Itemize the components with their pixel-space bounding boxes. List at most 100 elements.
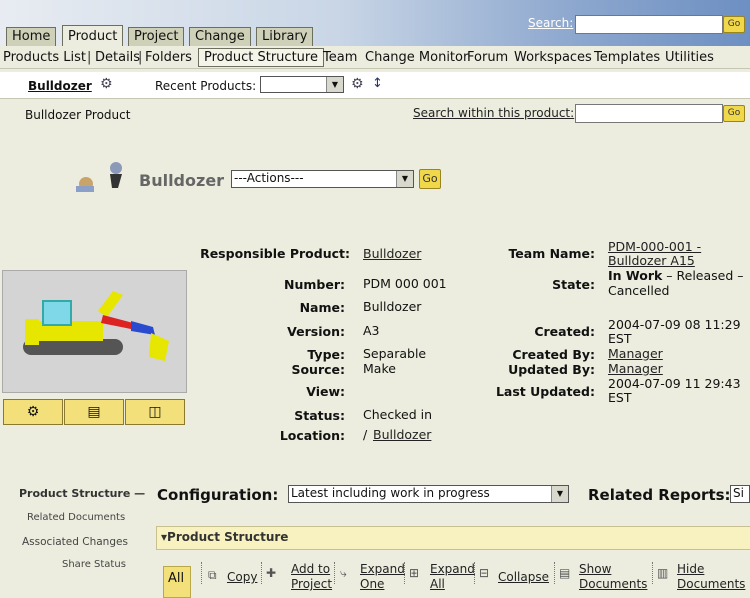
recent-history-icon[interactable]: ↕ xyxy=(372,77,383,90)
tab-project[interactable]: Project xyxy=(128,27,185,46)
hide-documents-button-line2[interactable]: Documents xyxy=(677,577,745,591)
subnav-products-list[interactable]: Products List xyxy=(3,50,86,65)
responsible-product-link[interactable]: Bulldozer xyxy=(363,247,421,261)
expand-all-button-line2[interactable]: All xyxy=(430,577,445,591)
actions-select-value: ---Actions--- xyxy=(234,171,304,185)
created-label: Created: xyxy=(534,324,595,339)
expand-one-button-line1[interactable]: Expand xyxy=(360,562,405,576)
subnav-team[interactable]: Team xyxy=(323,50,357,65)
show-documents-button-line2[interactable]: Documents xyxy=(579,577,647,591)
context-bar: Bulldozer ⚙ Recent Products: ▼ ⚙ ↕ xyxy=(0,72,750,99)
subnav-product-structure[interactable]: Product Structure xyxy=(198,48,324,67)
chevron-down-icon: ▼ xyxy=(396,171,413,187)
select-all-box[interactable]: All xyxy=(163,566,191,598)
expand-all-button-line1[interactable]: Expand xyxy=(430,562,475,576)
toolbar-separator xyxy=(261,562,262,584)
version-label: Version: xyxy=(287,324,345,339)
location-link[interactable]: Bulldozer xyxy=(373,428,431,442)
tab-change[interactable]: Change xyxy=(189,27,251,46)
bulldozer-image xyxy=(23,291,169,361)
copy-icon: ⧉ xyxy=(208,568,217,582)
add-to-project-button-line2[interactable]: Project xyxy=(291,577,332,591)
created-by-link[interactable]: Manager xyxy=(608,347,663,361)
tab-library-label: Library xyxy=(262,29,308,44)
global-search-label[interactable]: Search: xyxy=(528,16,573,30)
updated-by-link[interactable]: Manager xyxy=(608,362,663,376)
recent-products-select[interactable]: ▼ xyxy=(260,76,344,93)
add-to-project-button-line1[interactable]: Add to xyxy=(291,562,330,576)
tab-library[interactable]: Library xyxy=(256,27,314,46)
tab-product[interactable]: Product xyxy=(62,25,124,47)
search-within-label[interactable]: Search within this product: xyxy=(413,106,574,120)
subnav-templates[interactable]: Templates xyxy=(594,50,660,65)
team-name-link-line2[interactable]: Bulldozer A15 xyxy=(608,254,695,268)
toolbar-separator xyxy=(554,562,555,584)
subnav-folders[interactable]: Folders xyxy=(145,50,192,65)
hide-documents-button-line1[interactable]: Hide xyxy=(677,562,704,576)
leftnav-associated-changes[interactable]: Associated Changes xyxy=(22,536,128,548)
page-title: Bulldozer xyxy=(139,171,225,190)
created-value-line1: 2004-07-09 08 11:29 xyxy=(608,317,741,332)
leftnav-share-status[interactable]: Share Status xyxy=(62,559,126,570)
status-value: Checked in xyxy=(363,407,433,422)
last-updated-value-line1: 2004-07-09 11 29:43 xyxy=(608,376,741,391)
name-label: Name: xyxy=(299,300,345,315)
type-label: Type: xyxy=(307,347,345,362)
product-icon xyxy=(76,162,122,192)
leftnav-related-documents[interactable]: Related Documents xyxy=(27,512,125,523)
subnav-forum[interactable]: Forum xyxy=(467,50,508,65)
type-value: Separable xyxy=(363,346,427,361)
product-info-icon[interactable]: ⚙ xyxy=(100,77,113,91)
related-reports-select[interactable]: Si xyxy=(730,485,750,503)
team-name-label: Team Name: xyxy=(508,246,595,261)
chevron-down-icon: ▼ xyxy=(551,486,568,502)
global-search-go-button[interactable]: Go xyxy=(723,16,745,33)
team-name-link-line1[interactable]: PDM-000-001 - xyxy=(608,240,701,254)
show-documents-button-line1[interactable]: Show xyxy=(579,562,611,576)
product-settings-icon[interactable]: ⚙ xyxy=(351,77,364,91)
collapse-icon: ⊟ xyxy=(479,566,490,580)
search-within-input[interactable] xyxy=(575,104,723,123)
sub-navigation: Products List | Details | Folders Produc… xyxy=(0,46,750,69)
expand-one-button-line2[interactable]: One xyxy=(360,577,384,591)
chevron-down-icon: ▼ xyxy=(326,77,343,92)
configuration-label: Configuration: xyxy=(157,486,279,504)
subnav-separator: | xyxy=(87,50,92,65)
subnav-details[interactable]: Details xyxy=(95,50,140,65)
state-rest: – Released – xyxy=(662,268,744,283)
context-product-link[interactable]: Bulldozer xyxy=(28,79,92,93)
page-subtitle: Bulldozer Product xyxy=(25,108,131,122)
state-value-line2: Cancelled xyxy=(608,283,670,298)
subnav-utilities[interactable]: Utilities xyxy=(665,50,714,65)
view-structure-button[interactable]: ⚙ xyxy=(3,399,63,425)
tab-home[interactable]: Home xyxy=(6,27,57,46)
collapse-button[interactable]: Collapse xyxy=(498,570,549,584)
leftnav-product-structure[interactable]: Product Structure — xyxy=(19,487,145,500)
leftnav-product-structure-label: Product Structure xyxy=(19,487,131,500)
tab-project-label: Project xyxy=(134,29,179,44)
actions-select[interactable]: ---Actions--- ▼ xyxy=(231,170,414,188)
search-within-go-button[interactable]: Go xyxy=(723,105,745,122)
subnav-separator: | xyxy=(138,50,143,65)
toolbar-separator xyxy=(474,562,475,584)
name-value: Bulldozer xyxy=(363,299,422,314)
product-structure-header-text: ▾Product Structure xyxy=(161,530,288,544)
open-viewer-button[interactable]: ◫ xyxy=(125,399,185,425)
configuration-select[interactable]: Latest including work in progress ▼ xyxy=(288,485,569,503)
last-updated-label: Last Updated: xyxy=(495,384,595,399)
toolbar-separator xyxy=(404,562,405,584)
window-icon: ◫ xyxy=(148,404,162,420)
actions-go-button[interactable]: Go xyxy=(419,169,441,189)
tab-home-label: Home xyxy=(12,29,51,44)
location-label: Location: xyxy=(279,428,345,443)
status-label: Status: xyxy=(294,408,345,423)
global-search-input[interactable] xyxy=(575,15,723,34)
related-reports-label: Related Reports: xyxy=(588,486,731,504)
view-label: View: xyxy=(306,384,345,399)
subnav-workspaces[interactable]: Workspaces xyxy=(514,50,592,65)
hide-documents-icon: ▥ xyxy=(657,566,669,580)
print-button[interactable]: ▤ xyxy=(64,399,124,425)
copy-button[interactable]: Copy xyxy=(227,570,257,584)
product-structure-header[interactable]: ▾Product Structure xyxy=(156,526,750,550)
subnav-change-monitor[interactable]: Change Monitor xyxy=(365,50,468,65)
